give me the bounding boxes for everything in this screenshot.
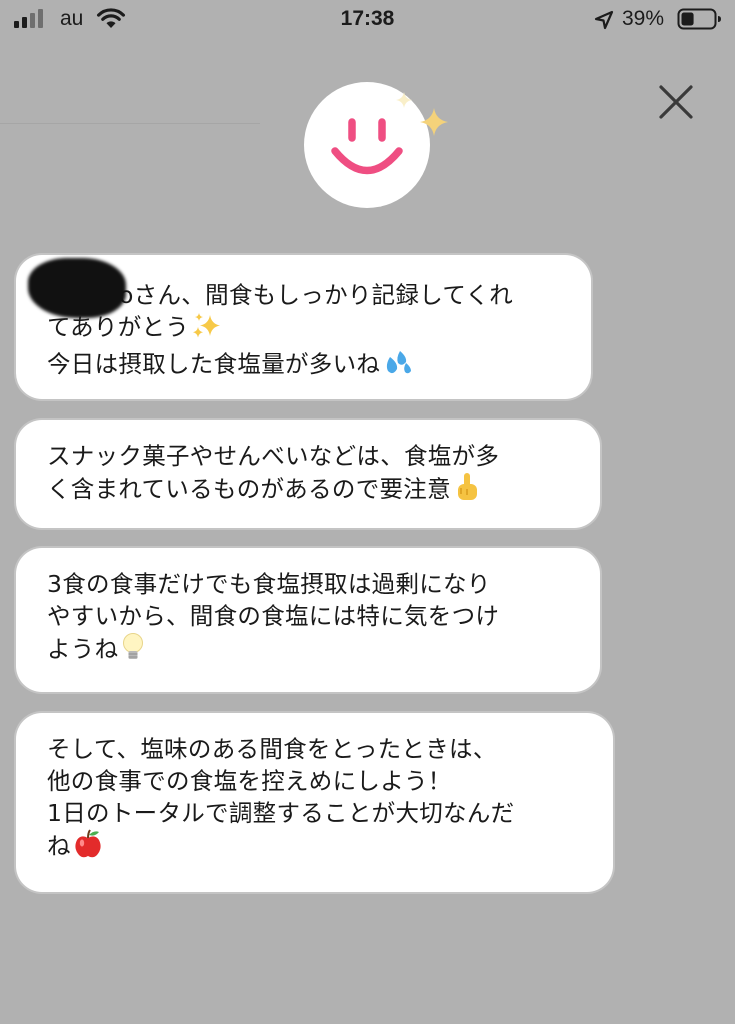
light-bulb-emoji xyxy=(120,632,146,670)
message-line: 1日のトータルで調整することが大切なんだ xyxy=(47,799,515,827)
sparkles-emoji xyxy=(191,312,221,348)
pointing-up-emoji xyxy=(453,472,481,510)
battery-icon xyxy=(677,8,721,30)
close-icon[interactable] xyxy=(658,84,694,120)
message-line: てありがとう xyxy=(47,311,567,348)
message-bubble: 3食の食事だけでも食塩摂取は過剰になり やすいから、間食の食塩には特に気をつけ … xyxy=(16,548,600,692)
message-line: 3食の食事だけでも食塩摂取は過剰になり xyxy=(47,570,491,598)
message-line: ようね xyxy=(47,632,576,670)
message-bubble: スナック菓子やせんべいなどは、食塩が多 く含まれているものがあるので要注意 xyxy=(16,420,600,528)
redacted-name xyxy=(28,258,126,318)
message-line: ね xyxy=(47,829,589,867)
sweat-droplets-emoji xyxy=(382,349,412,385)
message-bubble: そして、塩味のある間食をとったときは、 他の食事での食塩を控えめにしよう！ 1日… xyxy=(16,713,613,892)
message-line: く含まれているものがあるので要注意 xyxy=(47,472,576,510)
location-icon xyxy=(594,10,614,30)
message-line: やすいから、間食の食塩には特に気をつけ xyxy=(47,602,500,630)
sparkles-icon xyxy=(396,92,448,136)
message-line: 今日は摂取した食塩量が多いね xyxy=(47,348,567,385)
message-line: そして、塩味のある間食をとったときは、 xyxy=(47,735,497,763)
message-line: 他の食事での食塩を控えめにしよう！ xyxy=(47,767,452,795)
apple-emoji xyxy=(73,829,103,867)
status-bar: au 17:38 39% xyxy=(0,0,735,40)
message-line: スナック菓子やせんべいなどは、食塩が多 xyxy=(47,442,500,470)
header-divider xyxy=(0,123,260,124)
battery-percent: 39% xyxy=(622,7,665,30)
